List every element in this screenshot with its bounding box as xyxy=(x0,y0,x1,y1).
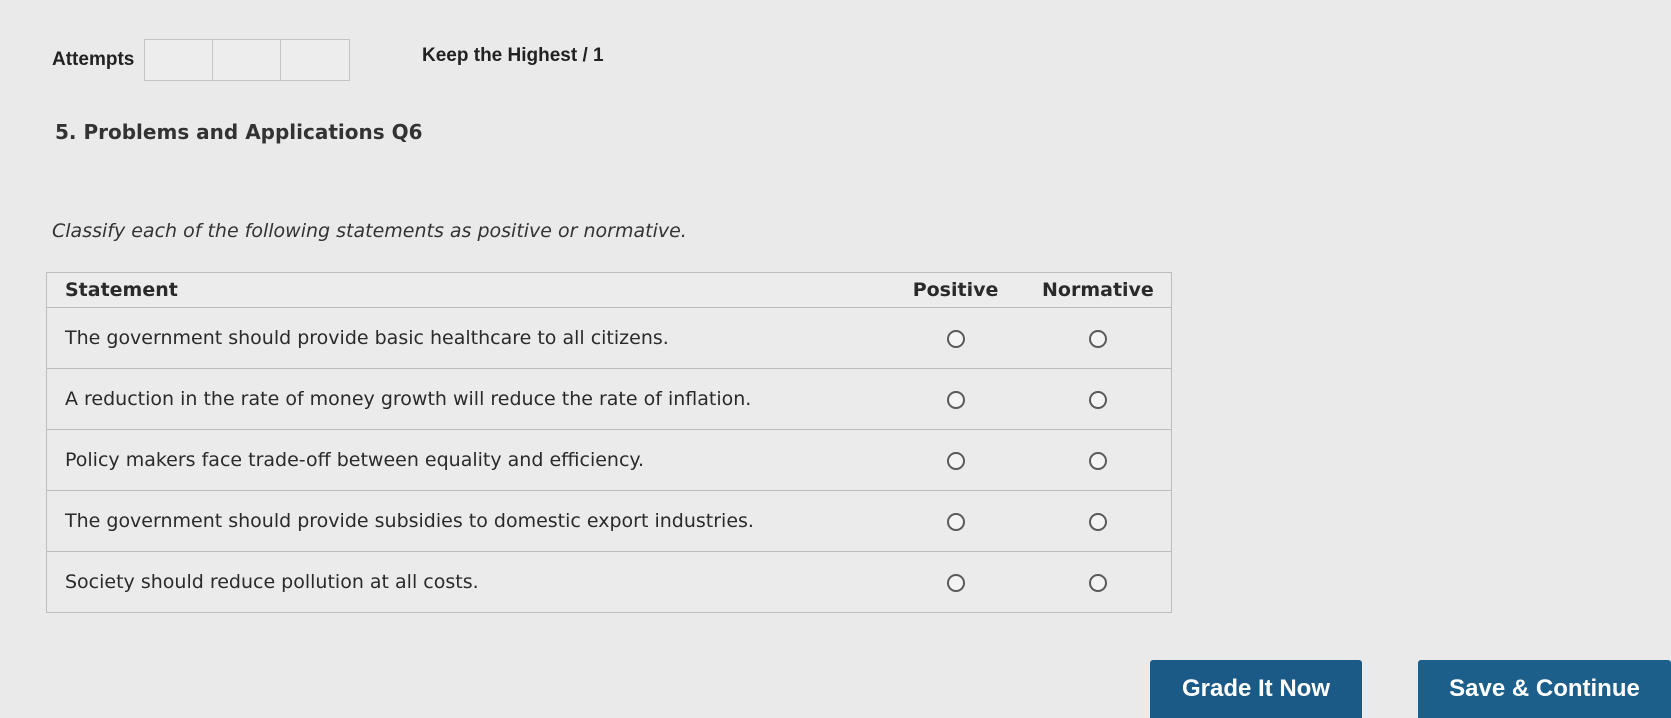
attempts-row: Attempts xyxy=(52,39,351,81)
statement-text: Policy makers face trade-off between equ… xyxy=(46,429,887,491)
normative-radio[interactable] xyxy=(1088,329,1107,348)
statement-header: Statement xyxy=(46,272,887,308)
positive-cell xyxy=(886,429,1025,491)
positive-radio[interactable] xyxy=(946,573,965,592)
keep-highest-label: Keep the Highest / 1 xyxy=(422,45,604,66)
positive-radio[interactable] xyxy=(946,390,965,409)
attempts-label: Attempts xyxy=(52,49,135,70)
question-title: 5. Problems and Applications Q6 xyxy=(55,120,423,144)
normative-radio[interactable] xyxy=(1088,390,1107,409)
statement-text: The government should provide basic heal… xyxy=(46,307,887,369)
attempt-boxes xyxy=(144,39,351,81)
table-row: A reduction in the rate of money growth … xyxy=(46,368,1172,430)
normative-radio[interactable] xyxy=(1088,573,1107,592)
attempt-box xyxy=(145,40,214,80)
save-and-continue-button[interactable]: Save & Continue xyxy=(1418,660,1671,718)
positive-header: Positive xyxy=(886,272,1025,308)
normative-radio[interactable] xyxy=(1088,512,1107,531)
grade-it-now-button[interactable]: Grade It Now xyxy=(1150,660,1362,718)
statement-text: A reduction in the rate of money growth … xyxy=(46,368,887,430)
positive-radio[interactable] xyxy=(946,512,965,531)
normative-cell xyxy=(1024,307,1172,369)
table-row: The government should provide subsidies … xyxy=(46,490,1172,552)
positive-radio[interactable] xyxy=(946,451,965,470)
table-row: Policy makers face trade-off between equ… xyxy=(46,429,1172,491)
statement-text: Society should reduce pollution at all c… xyxy=(46,551,887,613)
statement-text: The government should provide subsidies … xyxy=(46,490,887,552)
positive-cell xyxy=(886,368,1025,430)
positive-radio[interactable] xyxy=(946,329,965,348)
attempt-box xyxy=(281,40,349,80)
positive-cell xyxy=(886,551,1025,613)
classification-table: Statement Positive Normative The governm… xyxy=(46,272,1172,613)
normative-cell xyxy=(1024,551,1172,613)
table-header-row: Statement Positive Normative xyxy=(46,272,1172,308)
question-instructions: Classify each of the following statement… xyxy=(52,220,687,242)
normative-cell xyxy=(1024,490,1172,552)
table-row: The government should provide basic heal… xyxy=(46,307,1172,369)
normative-cell xyxy=(1024,429,1172,491)
positive-cell xyxy=(886,307,1025,369)
normative-radio[interactable] xyxy=(1088,451,1107,470)
normative-header: Normative xyxy=(1024,272,1172,308)
normative-cell xyxy=(1024,368,1172,430)
positive-cell xyxy=(886,490,1025,552)
table-row: Society should reduce pollution at all c… xyxy=(46,551,1172,613)
attempt-box xyxy=(213,40,282,80)
